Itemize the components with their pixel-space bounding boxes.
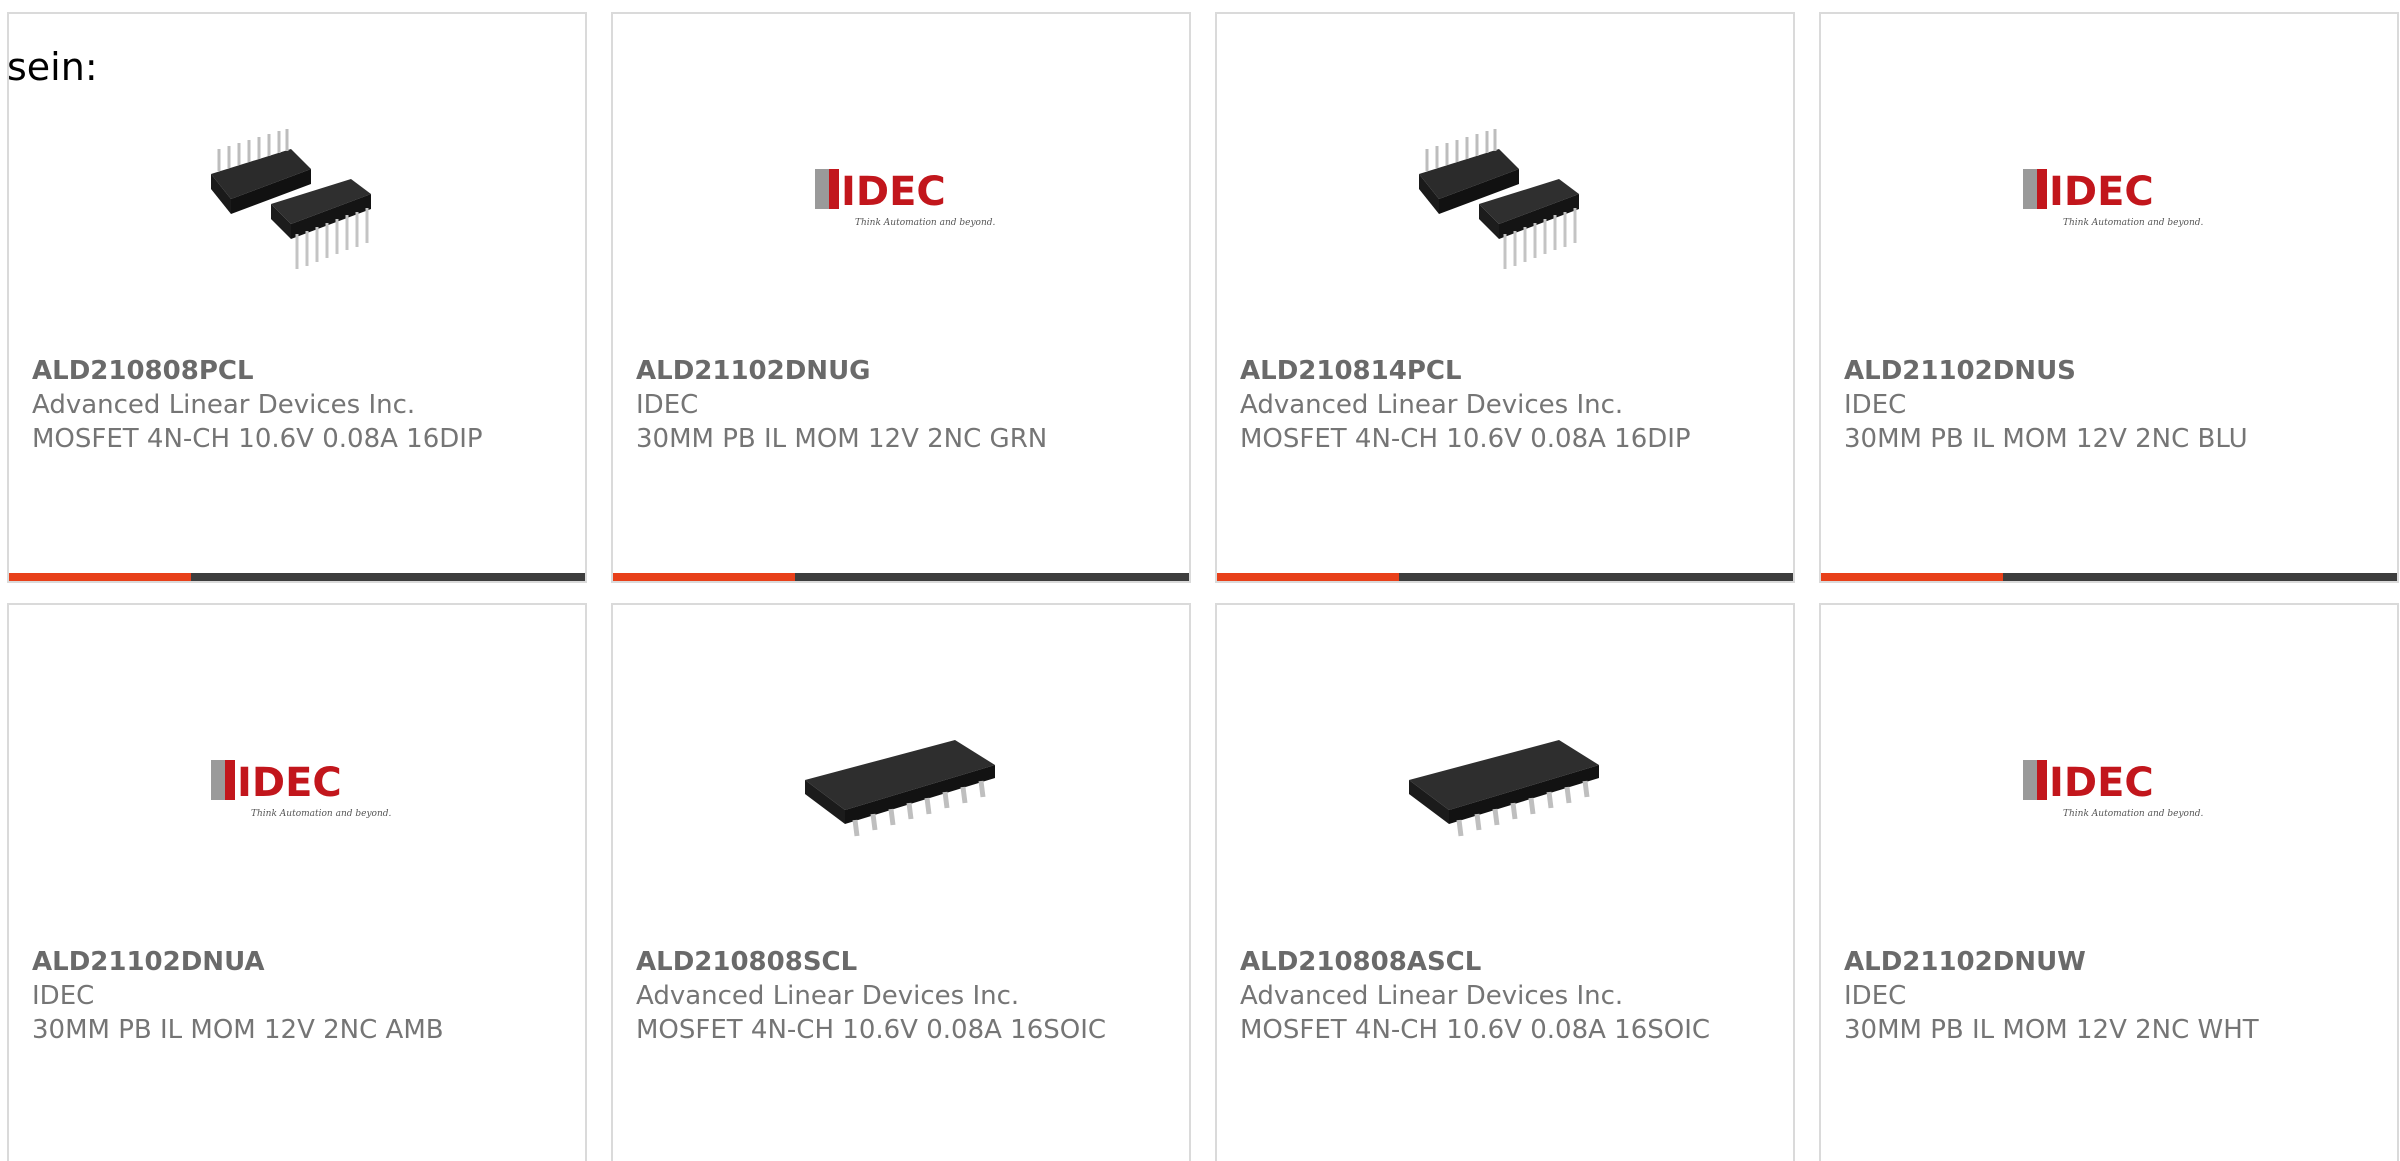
product-info: ALD21102DNUW IDEC 30MM PB IL MOM 12V 2NC… xyxy=(1844,945,2344,1047)
card-accent-bar xyxy=(613,573,795,581)
product-image[interactable]: IDEC Think Automation and beyond... xyxy=(2003,680,2203,880)
product-info: ALD210814PCL Advanced Linear Devices Inc… xyxy=(1240,354,1740,456)
idec-tagline: Think Automation and beyond... xyxy=(2063,218,2203,228)
part-number[interactable]: ALD210808PCL xyxy=(32,354,532,388)
section-heading: sein: xyxy=(7,45,98,89)
description: 30MM PB IL MOM 12V 2NC WHT xyxy=(1844,1015,2259,1045)
part-number[interactable]: ALD21102DNUS xyxy=(1844,354,2344,388)
card-accent-bar xyxy=(9,573,191,581)
product-image[interactable]: IDEC Think Automation and beyond... xyxy=(795,89,995,289)
soic-chip-icon xyxy=(805,740,995,837)
manufacturer: IDEC xyxy=(1844,390,1907,420)
manufacturer: Advanced Linear Devices Inc. xyxy=(1240,981,1624,1011)
product-card[interactable]: ALD210808ASCL Advanced Linear Devices In… xyxy=(1215,603,1795,1161)
description: 30MM PB IL MOM 12V 2NC AMB xyxy=(32,1015,444,1045)
part-number[interactable]: ALD21102DNUG xyxy=(636,354,1136,388)
description: MOSFET 4N-CH 10.6V 0.08A 16SOIC xyxy=(636,1015,1107,1045)
card-accent-bar xyxy=(1217,573,1399,581)
card-bottom-bar xyxy=(9,573,585,581)
card-bottom-bar xyxy=(1821,573,2397,581)
product-info: ALD21102DNUG IDEC 30MM PB IL MOM 12V 2NC… xyxy=(636,354,1136,456)
manufacturer: IDEC xyxy=(1844,981,1907,1011)
dip-chip-icon xyxy=(211,129,371,269)
card-accent-bar xyxy=(1821,573,2003,581)
product-card[interactable]: IDEC Think Automation and beyond... ALD2… xyxy=(1819,603,2399,1161)
idec-wordmark: IDEC xyxy=(237,760,342,806)
product-info: ALD21102DNUA IDEC 30MM PB IL MOM 12V 2NC… xyxy=(32,945,532,1047)
description: MOSFET 4N-CH 10.6V 0.08A 16DIP xyxy=(32,424,483,454)
description: 30MM PB IL MOM 12V 2NC GRN xyxy=(636,424,1048,454)
idec-logo: IDEC Think Automation and beyond... xyxy=(2023,760,2203,819)
idec-logo: IDEC Think Automation and beyond... xyxy=(815,169,995,228)
part-number[interactable]: ALD210808ASCL xyxy=(1240,945,1740,979)
dip-chip-icon xyxy=(1419,129,1579,269)
product-card[interactable]: ALD210808PCL Advanced Linear Devices Inc… xyxy=(7,12,587,583)
description: 30MM PB IL MOM 12V 2NC BLU xyxy=(1844,424,2248,454)
card-bottom-bar xyxy=(1217,573,1793,581)
part-number[interactable]: ALD21102DNUW xyxy=(1844,945,2344,979)
part-number[interactable]: ALD210808SCL xyxy=(636,945,1136,979)
product-card[interactable]: ALD210808SCL Advanced Linear Devices Inc… xyxy=(611,603,1191,1161)
idec-tagline: Think Automation and beyond... xyxy=(2063,809,2203,819)
manufacturer: IDEC xyxy=(32,981,95,1011)
product-info: ALD210808ASCL Advanced Linear Devices In… xyxy=(1240,945,1740,1047)
product-image[interactable]: IDEC Think Automation and beyond... xyxy=(191,680,391,880)
product-image[interactable] xyxy=(1399,89,1599,289)
description: MOSFET 4N-CH 10.6V 0.08A 16SOIC xyxy=(1240,1015,1711,1045)
product-card[interactable]: IDEC Think Automation and beyond... ALD2… xyxy=(7,603,587,1161)
product-image[interactable]: IDEC Think Automation and beyond... xyxy=(2003,89,2203,289)
soic-chip-icon xyxy=(1409,740,1599,837)
product-card[interactable]: IDEC Think Automation and beyond... ALD2… xyxy=(1819,12,2399,583)
idec-wordmark: IDEC xyxy=(2049,169,2154,215)
idec-wordmark: IDEC xyxy=(2049,760,2154,806)
product-image[interactable] xyxy=(1399,680,1599,880)
part-number[interactable]: ALD21102DNUA xyxy=(32,945,532,979)
product-grid-page: ALD210808PCL Advanced Linear Devices Inc… xyxy=(0,0,2400,1161)
description: MOSFET 4N-CH 10.6V 0.08A 16DIP xyxy=(1240,424,1691,454)
product-grid: ALD210808PCL Advanced Linear Devices Inc… xyxy=(7,12,2399,1161)
idec-logo: IDEC Think Automation and beyond... xyxy=(2023,169,2203,228)
card-bottom-bar xyxy=(613,573,1189,581)
product-info: ALD21102DNUS IDEC 30MM PB IL MOM 12V 2NC… xyxy=(1844,354,2344,456)
product-info: ALD210808PCL Advanced Linear Devices Inc… xyxy=(32,354,532,456)
manufacturer: IDEC xyxy=(636,390,699,420)
idec-tagline: Think Automation and beyond... xyxy=(855,218,995,228)
product-image[interactable] xyxy=(795,680,995,880)
manufacturer: Advanced Linear Devices Inc. xyxy=(1240,390,1624,420)
product-image[interactable] xyxy=(191,89,391,289)
idec-logo: IDEC Think Automation and beyond... xyxy=(211,760,391,819)
product-card[interactable]: IDEC Think Automation and beyond... ALD2… xyxy=(611,12,1191,583)
product-card[interactable]: ALD210814PCL Advanced Linear Devices Inc… xyxy=(1215,12,1795,583)
manufacturer: Advanced Linear Devices Inc. xyxy=(636,981,1020,1011)
part-number[interactable]: ALD210814PCL xyxy=(1240,354,1740,388)
product-info: ALD210808SCL Advanced Linear Devices Inc… xyxy=(636,945,1136,1047)
manufacturer: Advanced Linear Devices Inc. xyxy=(32,390,416,420)
idec-wordmark: IDEC xyxy=(841,169,946,215)
idec-tagline: Think Automation and beyond... xyxy=(251,809,391,819)
